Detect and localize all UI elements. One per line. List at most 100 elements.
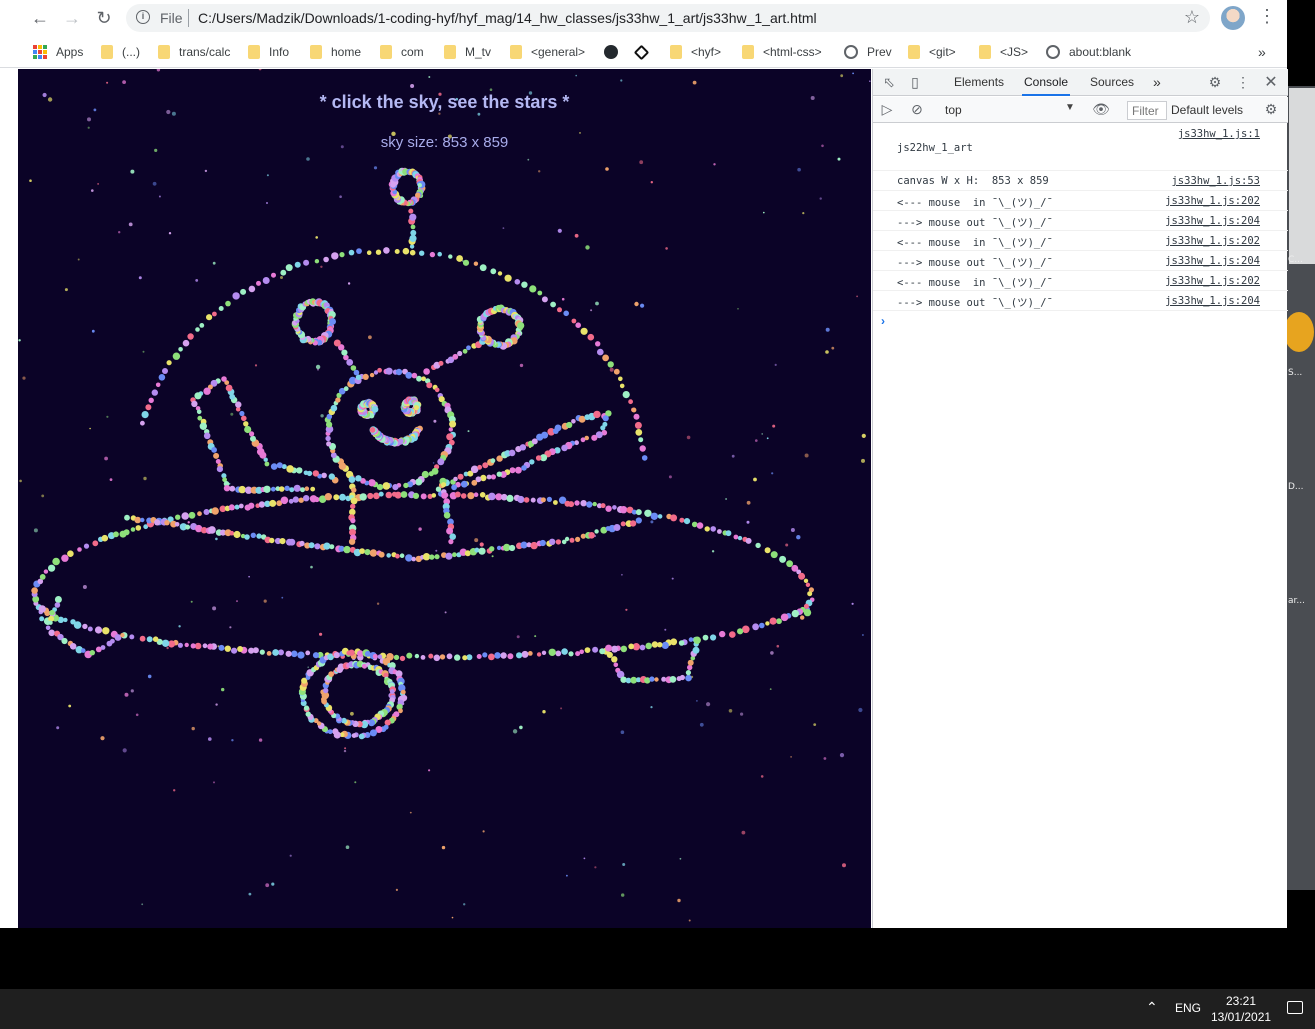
bookmark-label: <general> xyxy=(531,45,586,59)
bookmark-label: <hyf> xyxy=(691,45,722,59)
console-source-link[interactable]: js33hw_1.js:202 xyxy=(1165,235,1260,247)
language-indicator[interactable]: ENG xyxy=(1175,1001,1201,1015)
sky-canvas[interactable] xyxy=(18,69,871,928)
globe-icon xyxy=(1046,45,1060,59)
console-row: <--- mouse in ¯\_(ツ)_/¯ js33hw_1.js:202 xyxy=(873,271,1288,291)
console-prompt[interactable]: › xyxy=(881,314,885,328)
console-log: js22hw_1_art js33hw_1.js:1 canvas W x H:… xyxy=(873,124,1288,328)
console-source-link[interactable]: js33hw_1.js:202 xyxy=(1165,195,1260,207)
bookmark-label: Prev xyxy=(867,45,892,59)
bookmark-folder[interactable]: com xyxy=(380,42,424,62)
bookmark-folder[interactable]: <JS> xyxy=(979,42,1028,62)
folder-icon xyxy=(510,45,522,59)
notification-icon[interactable] xyxy=(1287,1001,1303,1014)
forward-arrow-icon[interactable]: → xyxy=(60,6,84,30)
eye-icon[interactable]: 👁 xyxy=(1092,101,1110,117)
desktop-app-icon[interactable] xyxy=(1284,312,1314,352)
browser-toolbar: ← → ↻ i File C:/Users/Madzik/Downloads/1… xyxy=(0,0,1287,36)
inspect-icon[interactable]: ⬁ xyxy=(881,74,897,90)
sky-size-label: sky size: 853 x 859 xyxy=(380,134,509,151)
desktop-window-edge xyxy=(1289,88,1315,264)
info-icon[interactable]: i xyxy=(136,10,150,24)
folder-icon xyxy=(742,45,754,59)
ufo-drawing xyxy=(31,167,815,740)
filter-input[interactable]: Filter xyxy=(1127,101,1167,120)
devtools-tabbar: ⬁ ▯ Elements Console Sources » ⚙ ⋮ ✕ xyxy=(873,69,1288,96)
gear-icon[interactable]: ⚙ xyxy=(1263,101,1279,117)
console-row: ---> mouse out ¯\_(ツ)_/¯ js33hw_1.js:204 xyxy=(873,211,1288,231)
folder-icon xyxy=(101,45,113,59)
bookmark-codepen[interactable] xyxy=(633,42,656,62)
codepen-icon xyxy=(633,44,650,60)
devtools-panel: ⬁ ▯ Elements Console Sources » ⚙ ⋮ ✕ ▷ ⊘… xyxy=(872,69,1288,928)
console-message: ---> mouse out ¯\_(ツ)_/¯ xyxy=(897,217,1053,229)
gear-icon[interactable]: ⚙ xyxy=(1207,74,1223,90)
log-levels-dropdown[interactable]: Default levels xyxy=(1171,103,1243,117)
page-title: * click the sky, see the stars * xyxy=(319,92,570,112)
console-source-link[interactable]: js33hw_1.js:204 xyxy=(1165,295,1260,307)
chevron-down-icon[interactable]: ▼ xyxy=(1065,102,1075,113)
bookmark-folder[interactable]: <general> xyxy=(510,42,585,62)
url-separator xyxy=(188,9,189,27)
bookmarks-overflow-button[interactable]: » xyxy=(1258,42,1266,62)
console-row: <--- mouse in ¯\_(ツ)_/¯ js33hw_1.js:202 xyxy=(873,191,1288,211)
console-message: js22hw_1_art xyxy=(897,142,973,154)
back-arrow-icon[interactable]: ← xyxy=(28,6,52,30)
avatar[interactable] xyxy=(1221,6,1245,30)
star-icon[interactable]: ☆ xyxy=(1184,7,1200,28)
console-source-link[interactable]: js33hw_1.js:202 xyxy=(1165,275,1260,287)
sky-page: * click the sky, see the stars * sky siz… xyxy=(18,69,871,928)
clock[interactable]: 23:21 13/01/2021 xyxy=(1211,993,1271,1025)
console-row: <--- mouse in ¯\_(ツ)_/¯ js33hw_1.js:202 xyxy=(873,231,1288,251)
console-source-link[interactable]: js33hw_1.js:204 xyxy=(1165,255,1260,267)
device-icon[interactable]: ▯ xyxy=(907,74,923,90)
desktop-icon-label: D... xyxy=(1288,482,1304,492)
bookmark-label: home xyxy=(331,45,362,59)
console-source-link[interactable]: js33hw_1.js:1 xyxy=(1178,128,1260,140)
bookmark-folder[interactable]: (...) xyxy=(101,42,140,62)
bookmark-label: <JS> xyxy=(1000,45,1029,59)
console-source-link[interactable]: js33hw_1.js:53 xyxy=(1171,175,1260,187)
bookmarks-bar: Apps (...) trans/calc Info home com M_tv… xyxy=(0,36,1287,68)
clear-icon[interactable]: ⊘ xyxy=(909,101,925,117)
bookmark-apps[interactable]: Apps xyxy=(33,42,83,62)
context-selector[interactable]: top xyxy=(945,103,962,117)
address-bar[interactable]: i File C:/Users/Madzik/Downloads/1-codin… xyxy=(126,4,1210,32)
tabs-overflow-button[interactable]: » xyxy=(1151,69,1163,96)
chevron-up-icon[interactable]: ⌃ xyxy=(1146,999,1158,1016)
console-row: ---> mouse out ¯\_(ツ)_/¯ js33hw_1.js:204 xyxy=(873,251,1288,271)
folder-icon xyxy=(444,45,456,59)
bookmark-folder[interactable]: <html-css> xyxy=(742,42,822,62)
bookmark-folder[interactable]: trans/calc xyxy=(158,42,230,62)
sidebar-icon[interactable]: ▷ xyxy=(879,101,895,117)
tab-sources[interactable]: Sources xyxy=(1088,69,1136,96)
bookmark-folder[interactable]: <git> xyxy=(908,42,956,62)
console-source-link[interactable]: js33hw_1.js:204 xyxy=(1165,215,1260,227)
bookmark-folder[interactable]: <hyf> xyxy=(670,42,721,62)
bookmark-folder[interactable]: M_tv xyxy=(444,42,491,62)
bookmark-prev[interactable]: Prev xyxy=(844,42,892,62)
folder-icon xyxy=(908,45,920,59)
kebab-menu-icon[interactable]: ⋮ xyxy=(1258,6,1276,27)
bookmark-label: <html-css> xyxy=(763,45,822,59)
bookmark-about-blank[interactable]: about:blank xyxy=(1046,42,1131,62)
bookmark-label: trans/calc xyxy=(179,45,231,59)
tab-elements[interactable]: Elements xyxy=(952,69,1006,96)
console-row: js22hw_1_art js33hw_1.js:1 xyxy=(873,124,1288,171)
url-text[interactable]: C:/Users/Madzik/Downloads/1-coding-hyf/h… xyxy=(198,10,817,26)
bookmark-folder[interactable]: Info xyxy=(248,42,289,62)
bookmark-label: (...) xyxy=(122,45,140,59)
bookmark-label: <git> xyxy=(929,45,956,59)
browser-window: ← → ↻ i File C:/Users/Madzik/Downloads/1… xyxy=(0,0,1288,928)
console-message: ---> mouse out ¯\_(ツ)_/¯ xyxy=(897,257,1053,269)
bookmark-github[interactable] xyxy=(604,42,627,62)
tab-console[interactable]: Console xyxy=(1022,69,1071,96)
url-scheme-label: File xyxy=(160,10,183,26)
reload-icon[interactable]: ↻ xyxy=(92,6,116,30)
desktop-icon-label: S... xyxy=(1288,368,1303,378)
screen: C... S... D... ar... ← → ↻ i File C:/Use… xyxy=(0,0,1315,1029)
kebab-menu-icon[interactable]: ⋮ xyxy=(1235,74,1251,90)
bookmark-folder[interactable]: home xyxy=(310,42,361,62)
close-icon[interactable]: ✕ xyxy=(1263,74,1279,91)
bookmark-label: about:blank xyxy=(1069,45,1132,59)
